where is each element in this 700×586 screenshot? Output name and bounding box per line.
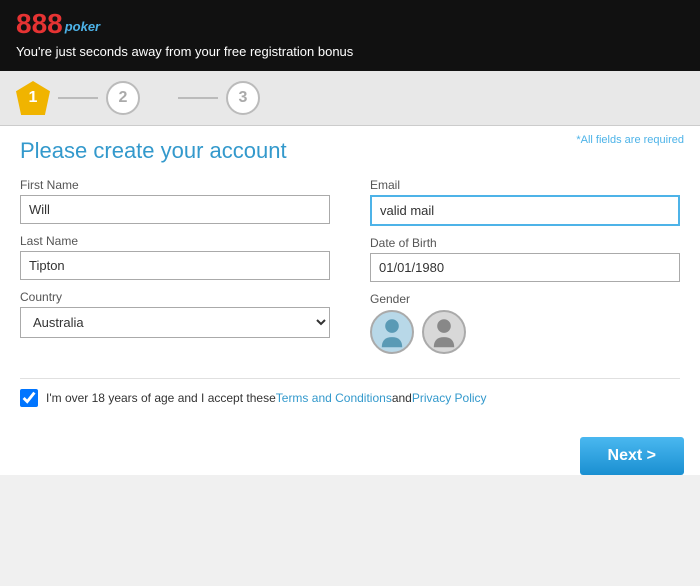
required-note: *All fields are required (576, 134, 684, 146)
gender-female-button[interactable] (422, 310, 466, 354)
dob-input[interactable] (370, 253, 680, 282)
main-content: *All fields are required Please create y… (0, 126, 700, 429)
logo-poker: poker (65, 19, 100, 34)
button-row: Next > (0, 429, 700, 475)
country-group: Country Australia United States United K… (20, 290, 330, 338)
header-tagline: You're just seconds away from your free … (16, 44, 684, 59)
first-name-input[interactable] (20, 195, 330, 224)
step-2: 2 (106, 81, 140, 115)
step-1-label: 1 (16, 81, 50, 115)
step-2-label: 2 (119, 89, 128, 107)
last-name-input[interactable] (20, 251, 330, 280)
header: 888 poker You're just seconds away from … (0, 0, 700, 71)
terms-link-2[interactable]: Privacy Policy (412, 391, 487, 405)
email-label: Email (370, 178, 680, 192)
dob-group: Date of Birth (370, 236, 680, 282)
step-3-label: 3 (239, 89, 248, 107)
terms-text-mid: and (392, 391, 412, 405)
male-icon (375, 315, 409, 349)
country-label: Country (20, 290, 330, 304)
terms-row: I'm over 18 years of age and I accept th… (20, 378, 680, 417)
country-select[interactable]: Australia United States United Kingdom C… (20, 307, 330, 338)
gender-male-button[interactable] (370, 310, 414, 354)
right-column: Email Date of Birth Gender (370, 178, 680, 364)
logo-888-text: 888 (16, 10, 63, 38)
form-columns: First Name Last Name Country Australia U… (20, 178, 680, 364)
gender-group: Gender (370, 292, 680, 354)
terms-text-before: I'm over 18 years of age and I accept th… (46, 391, 276, 405)
steps-bar: 1 2 3 (0, 71, 700, 126)
step-3: 3 (226, 81, 260, 115)
dob-label: Date of Birth (370, 236, 680, 250)
logo-888: 888 (16, 10, 63, 38)
email-group: Email (370, 178, 680, 226)
email-input[interactable] (370, 195, 680, 226)
gender-container (370, 310, 680, 354)
next-button[interactable]: Next > (580, 437, 684, 475)
logo-area: 888 poker (16, 10, 684, 38)
gender-label: Gender (370, 292, 680, 306)
female-icon (427, 315, 461, 349)
first-name-group: First Name (20, 178, 330, 224)
last-name-group: Last Name (20, 234, 330, 280)
last-name-label: Last Name (20, 234, 330, 248)
step-connector-1 (58, 97, 98, 99)
terms-checkbox[interactable] (20, 389, 38, 407)
terms-link-1[interactable]: Terms and Conditions (276, 391, 392, 405)
left-column: First Name Last Name Country Australia U… (20, 178, 330, 364)
step-1: 1 (16, 81, 50, 115)
first-name-label: First Name (20, 178, 330, 192)
step-connector-2 (178, 97, 218, 99)
